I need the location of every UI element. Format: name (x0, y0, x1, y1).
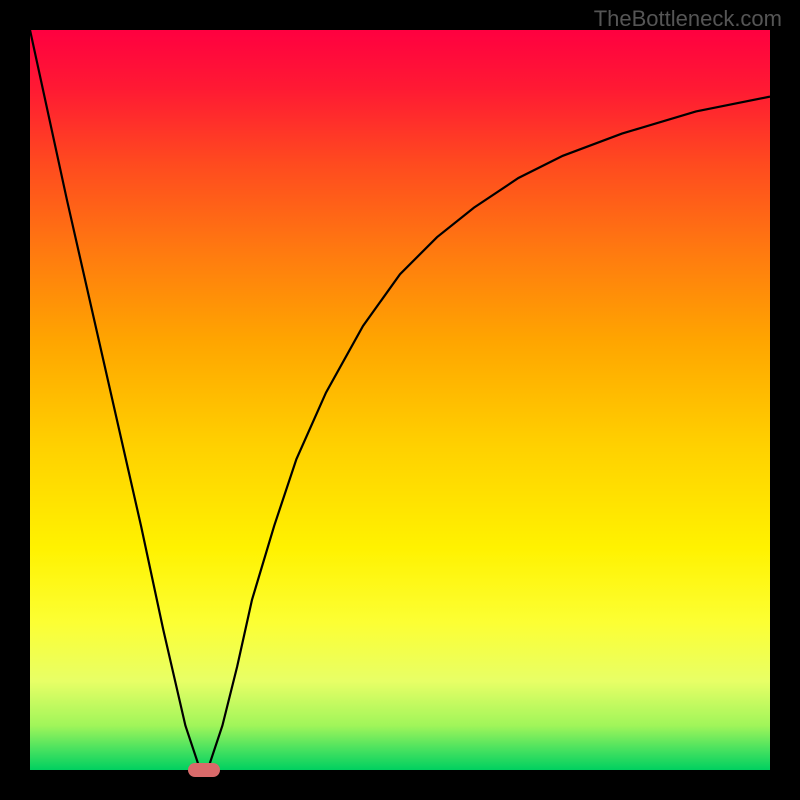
watermark-text: TheBottleneck.com (594, 6, 782, 32)
curve-right-branch (208, 97, 770, 770)
curve-layer (30, 30, 770, 770)
chart-plot-area (30, 30, 770, 770)
optimum-marker (188, 763, 220, 777)
curve-left-branch (30, 30, 200, 770)
